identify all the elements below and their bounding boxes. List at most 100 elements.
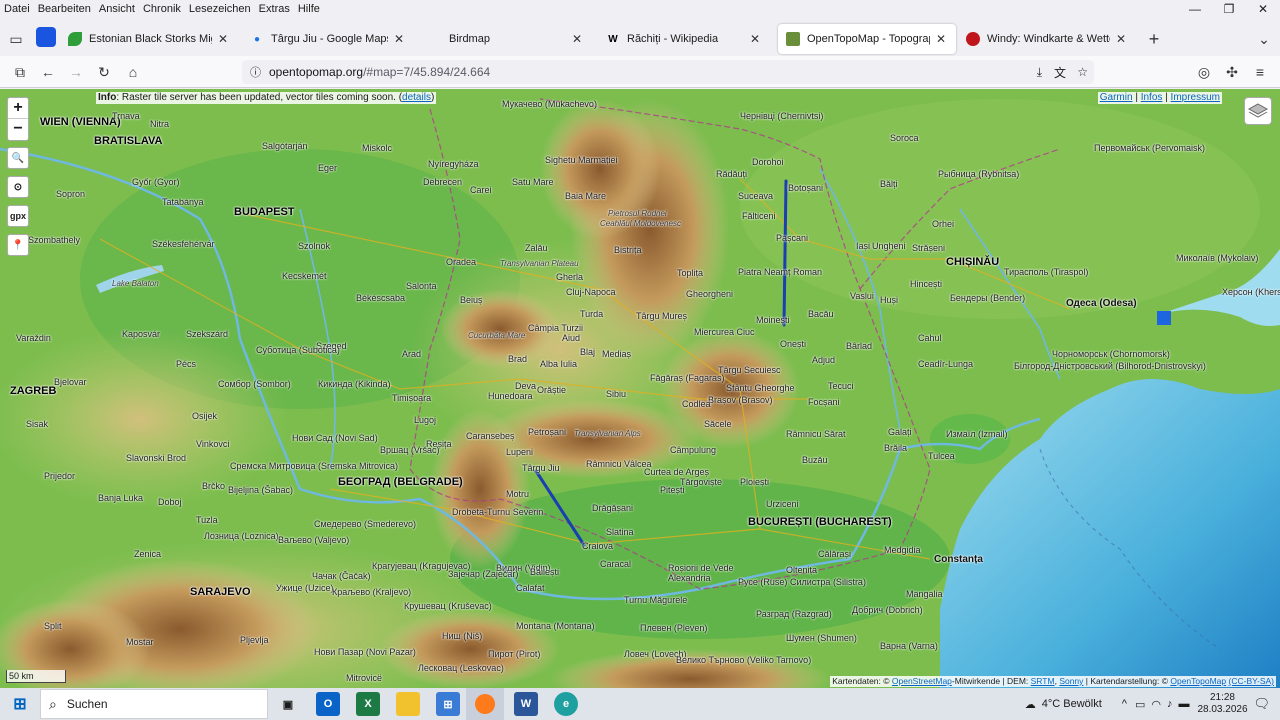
- map-label: Ваљево (Valjevo): [278, 535, 350, 545]
- clock[interactable]: 21:28 28.03.2026: [1195, 692, 1249, 716]
- attrib-text-1: Kartendaten: ©: [832, 676, 890, 686]
- search-icon[interactable]: 🔍: [7, 147, 29, 169]
- translate-icon[interactable]: 文: [1054, 64, 1066, 81]
- tab-6[interactable]: Windy: Windkarte & Wettervorh ✕: [958, 24, 1136, 54]
- details-link[interactable]: details: [402, 92, 431, 103]
- network-icon[interactable]: ▭: [1135, 698, 1145, 711]
- menu-item-extras[interactable]: Extras: [255, 0, 294, 18]
- map-label: Montana (Montana): [516, 621, 595, 631]
- menu-item-bearbeiten[interactable]: Bearbeiten: [34, 0, 95, 18]
- map-label: Pitești: [660, 485, 685, 495]
- map-label: Bistrița: [614, 245, 642, 255]
- outlook-icon[interactable]: O: [316, 692, 340, 716]
- extensions-icon[interactable]: ✣: [1220, 60, 1244, 84]
- sonny-link[interactable]: Sonny: [1059, 676, 1083, 686]
- map-label: Fălticeni: [742, 211, 776, 221]
- forward-button[interactable]: →: [64, 60, 88, 84]
- tab-close-icon[interactable]: ✕: [748, 32, 762, 46]
- menu-item-chronik[interactable]: Chronik: [139, 0, 185, 18]
- tab-close-icon[interactable]: ✕: [570, 32, 584, 46]
- map-label: Tatabánya: [162, 197, 204, 207]
- tray-chevron-icon[interactable]: ^: [1122, 698, 1127, 710]
- excel-icon[interactable]: X: [356, 692, 380, 716]
- map-label: Moinești: [756, 315, 790, 325]
- map-label: Ungheni: [872, 241, 906, 251]
- restore-button[interactable]: ❐: [1212, 0, 1246, 18]
- map-label: Slatina: [606, 527, 634, 537]
- account-icon[interactable]: ◎: [1192, 60, 1216, 84]
- site-info-icon[interactable]: ⓘ: [250, 64, 261, 80]
- word-icon[interactable]: W: [514, 692, 538, 716]
- weather-text[interactable]: 4°C Bewölkt: [1042, 698, 1102, 710]
- extension-icon[interactable]: [36, 27, 56, 47]
- tab-4[interactable]: W Răchiți - Wikipedia ✕: [598, 24, 770, 54]
- tab-list-chevron-icon[interactable]: ⌄: [1252, 27, 1276, 51]
- info-suffix: ): [430, 92, 435, 103]
- notification-icon[interactable]: 🗨: [1253, 696, 1270, 712]
- tab-5[interactable]: OpenTopoMap - Topographisch ✕: [778, 24, 956, 54]
- zoom-in-button[interactable]: +: [8, 98, 28, 119]
- map-label: Orăștie: [537, 385, 567, 395]
- weather-icon[interactable]: ☁: [1025, 698, 1036, 711]
- back-button[interactable]: ←: [36, 60, 60, 84]
- license-link[interactable]: (CC-BY-SA): [1229, 676, 1275, 686]
- layers-button[interactable]: [1244, 97, 1272, 125]
- map-label: Cahul: [918, 333, 942, 343]
- store-icon[interactable]: ⊞: [436, 692, 460, 716]
- url-host: opentopomap.org: [269, 65, 364, 79]
- map-label: Ceahlăul Moldovenesc: [600, 219, 681, 228]
- menu-item-ansicht[interactable]: Ansicht: [95, 0, 139, 18]
- menu-item-datei[interactable]: Datei: [0, 0, 34, 18]
- tab-close-icon[interactable]: ✕: [1114, 32, 1128, 46]
- bookmark-star-icon[interactable]: ☆: [1077, 65, 1088, 79]
- wifi-icon[interactable]: ◠: [1151, 698, 1161, 711]
- osm-link[interactable]: OpenStreetMap: [892, 676, 952, 686]
- url-bar[interactable]: ⓘ opentopomap.org/#map=7/45.894/24.664 ⤓…: [242, 60, 1094, 84]
- marker-icon[interactable]: 📍: [7, 234, 29, 256]
- topographic-map[interactable]: WIEN (VIENNA) BRATISLAVA BUDAPEST ZAGREB SAR…: [0, 89, 1280, 688]
- minimize-button[interactable]: —: [1178, 0, 1212, 18]
- menu-item-hilfe[interactable]: Hilfe: [294, 0, 324, 18]
- sidebar-icon[interactable]: ⧉: [8, 60, 32, 84]
- gpx-button[interactable]: gpx: [7, 205, 29, 227]
- reload-button[interactable]: ↻: [92, 60, 116, 84]
- tab-3[interactable]: Birdmap ✕: [420, 24, 592, 54]
- opentopomap-link[interactable]: OpenTopoMap: [1170, 676, 1226, 686]
- tab-1[interactable]: Estonian Black Storks Migration ✕: [60, 24, 238, 54]
- tab-close-icon[interactable]: ✕: [934, 32, 948, 46]
- map-label: Варна (Varna): [880, 641, 938, 651]
- garmin-link[interactable]: Garmin: [1100, 92, 1133, 103]
- menu-hamburger-icon[interactable]: ≡: [1248, 60, 1272, 84]
- battery-icon[interactable]: ▬: [1178, 698, 1189, 710]
- firefox-taskbar-button[interactable]: [466, 688, 504, 720]
- info-text: : Raster tile server has been updated, v…: [116, 92, 403, 103]
- download-page-icon[interactable]: ⤓: [1037, 65, 1042, 80]
- edge-icon[interactable]: e: [554, 692, 578, 716]
- task-view-icon[interactable]: ▣: [276, 692, 300, 716]
- home-button[interactable]: ⌂: [121, 60, 145, 84]
- new-tab-button[interactable]: +: [1142, 27, 1166, 51]
- locate-icon[interactable]: ⊙: [7, 176, 29, 198]
- volume-icon[interactable]: ♪: [1167, 698, 1173, 710]
- tab-close-icon[interactable]: ✕: [216, 32, 230, 46]
- map-label: Tulcea: [928, 451, 955, 461]
- close-window-button[interactable]: ✕: [1246, 0, 1280, 18]
- file-explorer-icon[interactable]: [396, 692, 420, 716]
- map-label: Kecskemét: [282, 271, 327, 281]
- windows-start-icon[interactable]: ⊞: [8, 692, 32, 716]
- menu-item-lesezeichen[interactable]: Lesezeichen: [185, 0, 255, 18]
- map-label: Nyíregyháza: [428, 159, 479, 169]
- taskbar-search[interactable]: ⌕ Suchen: [40, 689, 268, 719]
- tab-2[interactable]: ● Târgu Jiu - Google Maps ✕: [242, 24, 414, 54]
- navigation-bar: ⧉ ← → ↻ ⌂ ⓘ opentopomap.org/#map=7/45.89…: [0, 56, 1280, 88]
- srtm-link[interactable]: SRTM: [1031, 676, 1055, 686]
- tab-overview-icon[interactable]: ▭: [4, 27, 28, 51]
- tab-close-icon[interactable]: ✕: [392, 32, 406, 46]
- map-label: Beiuș: [460, 295, 483, 305]
- map-label: Doboj: [158, 497, 182, 507]
- zoom-out-button[interactable]: −: [8, 119, 28, 140]
- system-tray: ☁ 4°C Bewölkt ^ ▭ ◠ ♪ ▬ 21:28 28.03.2026…: [1025, 688, 1280, 720]
- map-label: Kaposvár: [122, 329, 161, 339]
- impressum-link[interactable]: Impressum: [1171, 92, 1220, 103]
- infos-link[interactable]: Infos: [1141, 92, 1163, 103]
